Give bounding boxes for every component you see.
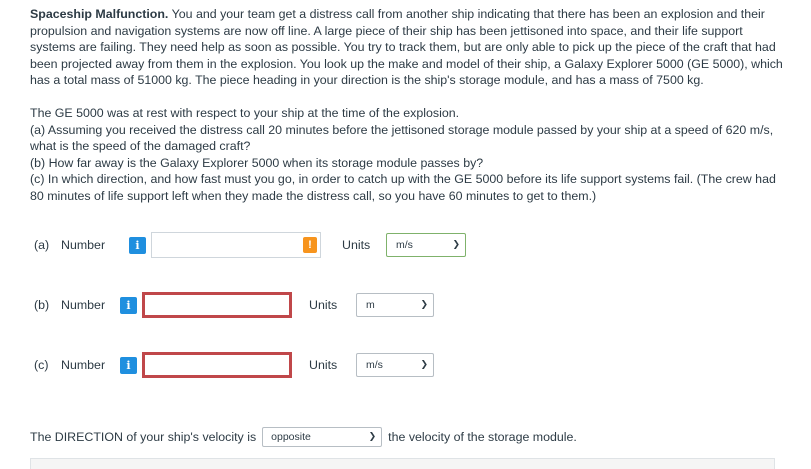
problem-intro-paragraph: Spaceship Malfunction. You and your team… <box>30 6 790 89</box>
part-label-b: (b) <box>34 298 50 312</box>
question-c: (c) In which direction, and how fast mus… <box>30 172 776 203</box>
unit-select-c[interactable]: m/s ❯ <box>356 353 434 377</box>
direction-row: The DIRECTION of your ship's velocity is… <box>30 426 577 448</box>
direction-suffix: the velocity of the storage module. <box>388 430 577 444</box>
problem-line-rest: The GE 5000 was at rest with respect to … <box>30 105 460 120</box>
info-icon[interactable]: i <box>120 296 137 314</box>
units-label-a: Units <box>342 238 371 252</box>
chevron-down-icon: ❯ <box>368 432 377 442</box>
unit-value-b: m <box>366 299 375 311</box>
chevron-down-icon: ❯ <box>420 300 428 310</box>
answer-row-b: (b) Number i Units m ❯ <box>34 292 434 318</box>
unit-select-b[interactable]: m ❯ <box>356 293 434 317</box>
chevron-down-icon: ❯ <box>452 240 460 250</box>
part-label-c: (c) <box>34 358 49 372</box>
answer-row-a: (a) Number i ! Units m/s ❯ <box>34 232 466 258</box>
problem-questions: The GE 5000 was at rest with respect to … <box>30 105 790 205</box>
part-label-a: (a) <box>34 238 50 252</box>
direction-prefix: The DIRECTION of your ship's velocity is <box>30 430 257 444</box>
unit-select-a[interactable]: m/s ❯ <box>386 233 466 257</box>
answer-a-input[interactable] <box>151 232 321 258</box>
answer-row-c: (c) Number i Units m/s ❯ <box>34 352 434 378</box>
direction-select[interactable]: opposite ❯ <box>262 427 383 447</box>
answer-b-input[interactable] <box>142 292 292 318</box>
info-icon[interactable]: i <box>129 236 146 254</box>
chevron-down-icon: ❯ <box>420 360 428 370</box>
direction-value: opposite <box>271 431 311 443</box>
answer-c-input[interactable] <box>142 352 292 378</box>
info-icon[interactable]: i <box>120 356 137 374</box>
number-label-a: Number <box>61 238 106 252</box>
problem-statement: Spaceship Malfunction. You and your team… <box>30 6 790 205</box>
warning-icon[interactable]: ! <box>303 237 317 253</box>
number-label-c: Number <box>61 358 106 372</box>
unit-value-a: m/s <box>396 239 413 251</box>
question-b: (b) How far away is the Galaxy Explorer … <box>30 155 484 170</box>
number-label-b: Number <box>61 298 106 312</box>
units-label-c: Units <box>309 358 338 372</box>
problem-title: Spaceship Malfunction. <box>30 7 169 21</box>
question-a: (a) Assuming you received the distress c… <box>30 122 774 154</box>
units-label-b: Units <box>309 298 338 312</box>
unit-value-c: m/s <box>366 359 383 371</box>
answer-a-wrapper: ! <box>151 232 321 258</box>
